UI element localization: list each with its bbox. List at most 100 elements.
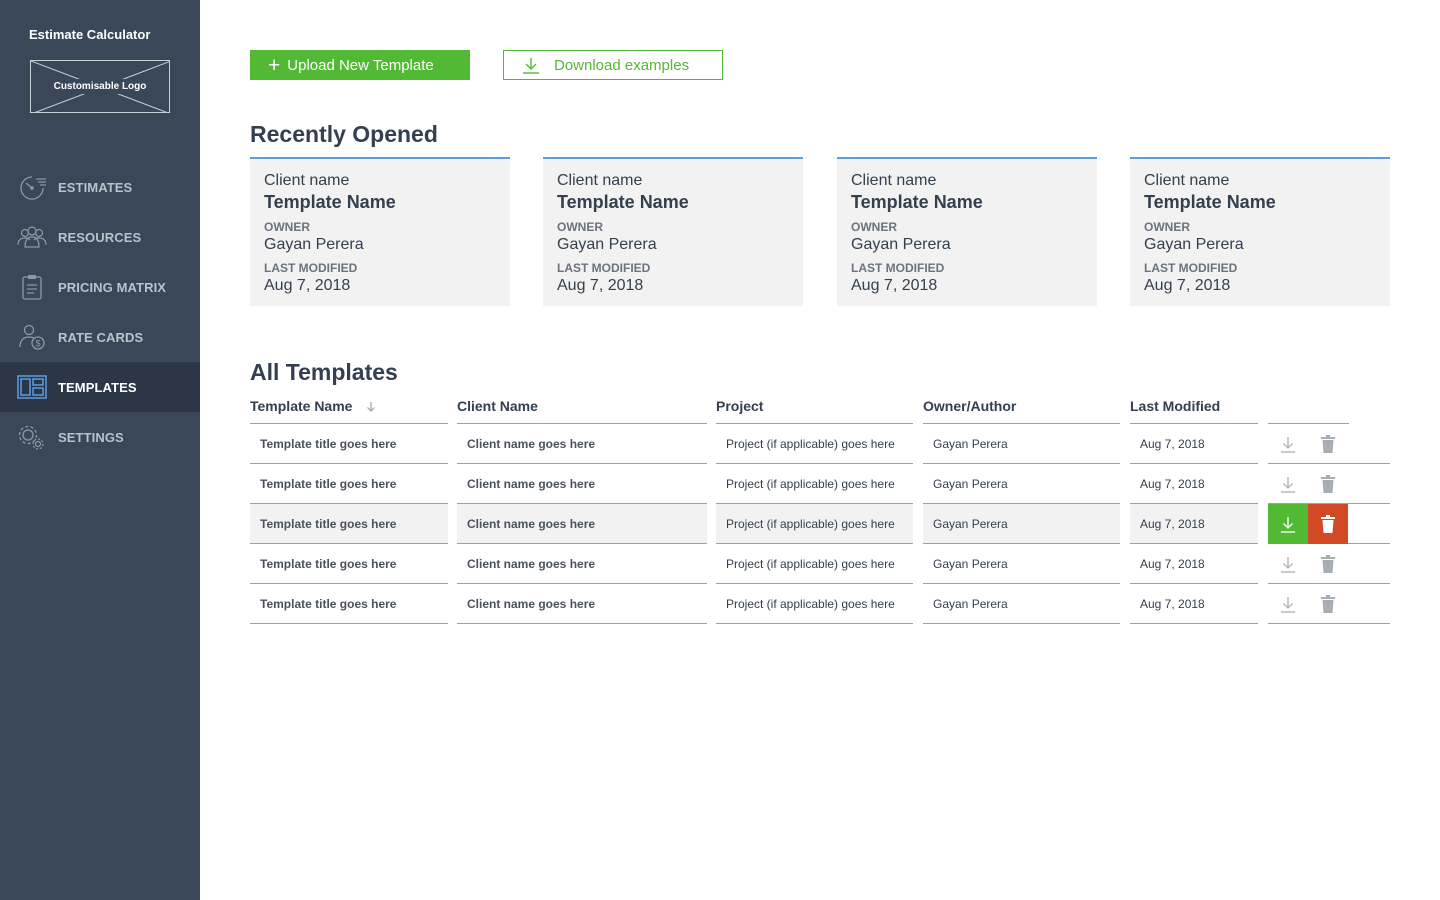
cell-template-name: Template title goes here: [250, 504, 448, 544]
sidebar-item-resources[interactable]: RESOURCES: [0, 212, 200, 262]
recent-template-card[interactable]: Client name Template Name OWNER Gayan Pe…: [837, 157, 1097, 306]
card-modified-label: LAST MODIFIED: [557, 261, 651, 275]
sidebar-item-label: PRICING MATRIX: [58, 280, 167, 295]
card-client-name: Client name: [264, 172, 350, 189]
delete-template-button[interactable]: [1308, 464, 1348, 504]
svg-text:$: $: [35, 339, 40, 349]
card-modified-label: LAST MODIFIED: [1144, 261, 1238, 275]
sidebar: Estimate Calculator Customisable Logo ES…: [0, 0, 200, 900]
cell-template-name: Template title goes here: [250, 544, 448, 584]
logo-placeholder: Customisable Logo: [30, 60, 170, 113]
card-owner-label: OWNER: [557, 220, 603, 234]
trash-icon: [1321, 595, 1335, 613]
delete-template-button[interactable]: [1308, 424, 1348, 464]
cell-actions: [1268, 424, 1390, 464]
delete-template-button[interactable]: [1308, 504, 1348, 544]
download-icon: [523, 57, 539, 74]
card-owner-value: Gayan Perera: [264, 236, 364, 253]
recent-template-card[interactable]: Client name Template Name OWNER Gayan Pe…: [543, 157, 803, 306]
sidebar-item-label: TEMPLATES: [58, 380, 137, 395]
cell-template-name: Template title goes here: [250, 464, 448, 504]
download-examples-button[interactable]: Download examples: [503, 50, 723, 80]
table-row[interactable]: Template title goes here Client name goe…: [250, 464, 1390, 504]
cell-actions: [1268, 504, 1390, 544]
all-templates-heading: All Templates: [250, 359, 398, 385]
card-template-name: Template Name: [264, 192, 396, 212]
table-row[interactable]: Template title goes here Client name goe…: [250, 504, 1390, 544]
sidebar-item-label: ESTIMATES: [58, 180, 133, 195]
sidebar-item-estimates[interactable]: ESTIMATES: [0, 162, 200, 212]
logo-text: Customisable Logo: [50, 79, 150, 94]
card-modified-value: Aug 7, 2018: [557, 277, 644, 294]
sort-down-icon: [367, 402, 376, 412]
download-template-button[interactable]: [1268, 584, 1308, 624]
column-header-template-name[interactable]: Template Name: [250, 398, 376, 414]
sidebar-item-label: RATE CARDS: [58, 330, 144, 345]
card-owner-label: OWNER: [851, 220, 897, 234]
download-icon: [1281, 516, 1295, 533]
column-header-owner[interactable]: Owner/Author: [923, 398, 1016, 414]
cell-client-name: Client name goes here: [457, 504, 707, 544]
speedometer-icon: [20, 176, 46, 200]
card-owner-label: OWNER: [264, 220, 310, 234]
card-modified-value: Aug 7, 2018: [264, 277, 351, 294]
people-icon: [17, 226, 47, 248]
cell-owner: Gayan Perera: [923, 504, 1120, 544]
card-template-name: Template Name: [851, 192, 983, 212]
trash-icon: [1321, 435, 1335, 453]
download-icon: [1281, 596, 1295, 613]
download-icon: [1281, 436, 1295, 453]
card-owner-label: OWNER: [1144, 220, 1190, 234]
sidebar-item-label: SETTINGS: [58, 430, 124, 445]
download-template-button[interactable]: [1268, 504, 1308, 544]
table-row[interactable]: Template title goes here Client name goe…: [250, 544, 1390, 584]
download-template-button[interactable]: [1268, 424, 1308, 464]
column-header-last-modified[interactable]: Last Modified: [1130, 398, 1220, 414]
sidebar-item-settings[interactable]: SETTINGS: [0, 412, 200, 462]
cell-project: Project (if applicable) goes here: [716, 544, 913, 584]
upload-template-button[interactable]: + Upload New Template: [250, 50, 470, 80]
sidebar-item-rate-cards[interactable]: $ RATE CARDS: [0, 312, 200, 362]
card-owner-value: Gayan Perera: [851, 236, 951, 253]
cell-actions: [1268, 584, 1390, 624]
recent-template-card[interactable]: Client name Template Name OWNER Gayan Pe…: [250, 157, 510, 306]
cell-last-modified: Aug 7, 2018: [1130, 504, 1258, 544]
upload-template-label: Upload New Template: [287, 56, 434, 74]
column-header-label: Template Name: [250, 398, 353, 414]
cell-owner: Gayan Perera: [923, 544, 1120, 584]
cell-owner: Gayan Perera: [923, 464, 1120, 504]
cell-template-name: Template title goes here: [250, 584, 448, 624]
table-row[interactable]: Template title goes here Client name goe…: [250, 584, 1390, 624]
sidebar-item-label: RESOURCES: [58, 230, 142, 245]
clipboard-icon: [22, 275, 42, 300]
download-icon: [1281, 476, 1295, 493]
trash-icon: [1321, 555, 1335, 573]
sidebar-item-templates[interactable]: TEMPLATES: [0, 362, 200, 412]
recent-template-card[interactable]: Client name Template Name OWNER Gayan Pe…: [1130, 157, 1390, 306]
table-row[interactable]: Template title goes here Client name goe…: [250, 424, 1390, 464]
column-header-project[interactable]: Project: [716, 398, 763, 414]
cell-actions: [1268, 464, 1390, 504]
app-title: Estimate Calculator: [29, 27, 151, 42]
card-modified-value: Aug 7, 2018: [851, 277, 938, 294]
cell-actions: [1268, 544, 1390, 584]
download-examples-label: Download examples: [554, 56, 690, 74]
delete-template-button[interactable]: [1308, 544, 1348, 584]
cell-last-modified: Aug 7, 2018: [1130, 584, 1258, 624]
column-header-client-name[interactable]: Client Name: [457, 398, 538, 414]
download-template-button[interactable]: [1268, 464, 1308, 504]
cell-client-name: Client name goes here: [457, 424, 707, 464]
trash-icon: [1321, 515, 1335, 533]
card-template-name: Template Name: [557, 192, 689, 212]
card-client-name: Client name: [1144, 172, 1230, 189]
download-template-button[interactable]: [1268, 544, 1308, 584]
gears-icon: [18, 425, 44, 450]
trash-icon: [1321, 475, 1335, 493]
card-owner-value: Gayan Perera: [557, 236, 657, 253]
sidebar-item-pricing-matrix[interactable]: PRICING MATRIX: [0, 262, 200, 312]
cell-last-modified: Aug 7, 2018: [1130, 544, 1258, 584]
delete-template-button[interactable]: [1308, 584, 1348, 624]
card-owner-value: Gayan Perera: [1144, 236, 1244, 253]
cell-project: Project (if applicable) goes here: [716, 504, 913, 544]
cell-project: Project (if applicable) goes here: [716, 424, 913, 464]
